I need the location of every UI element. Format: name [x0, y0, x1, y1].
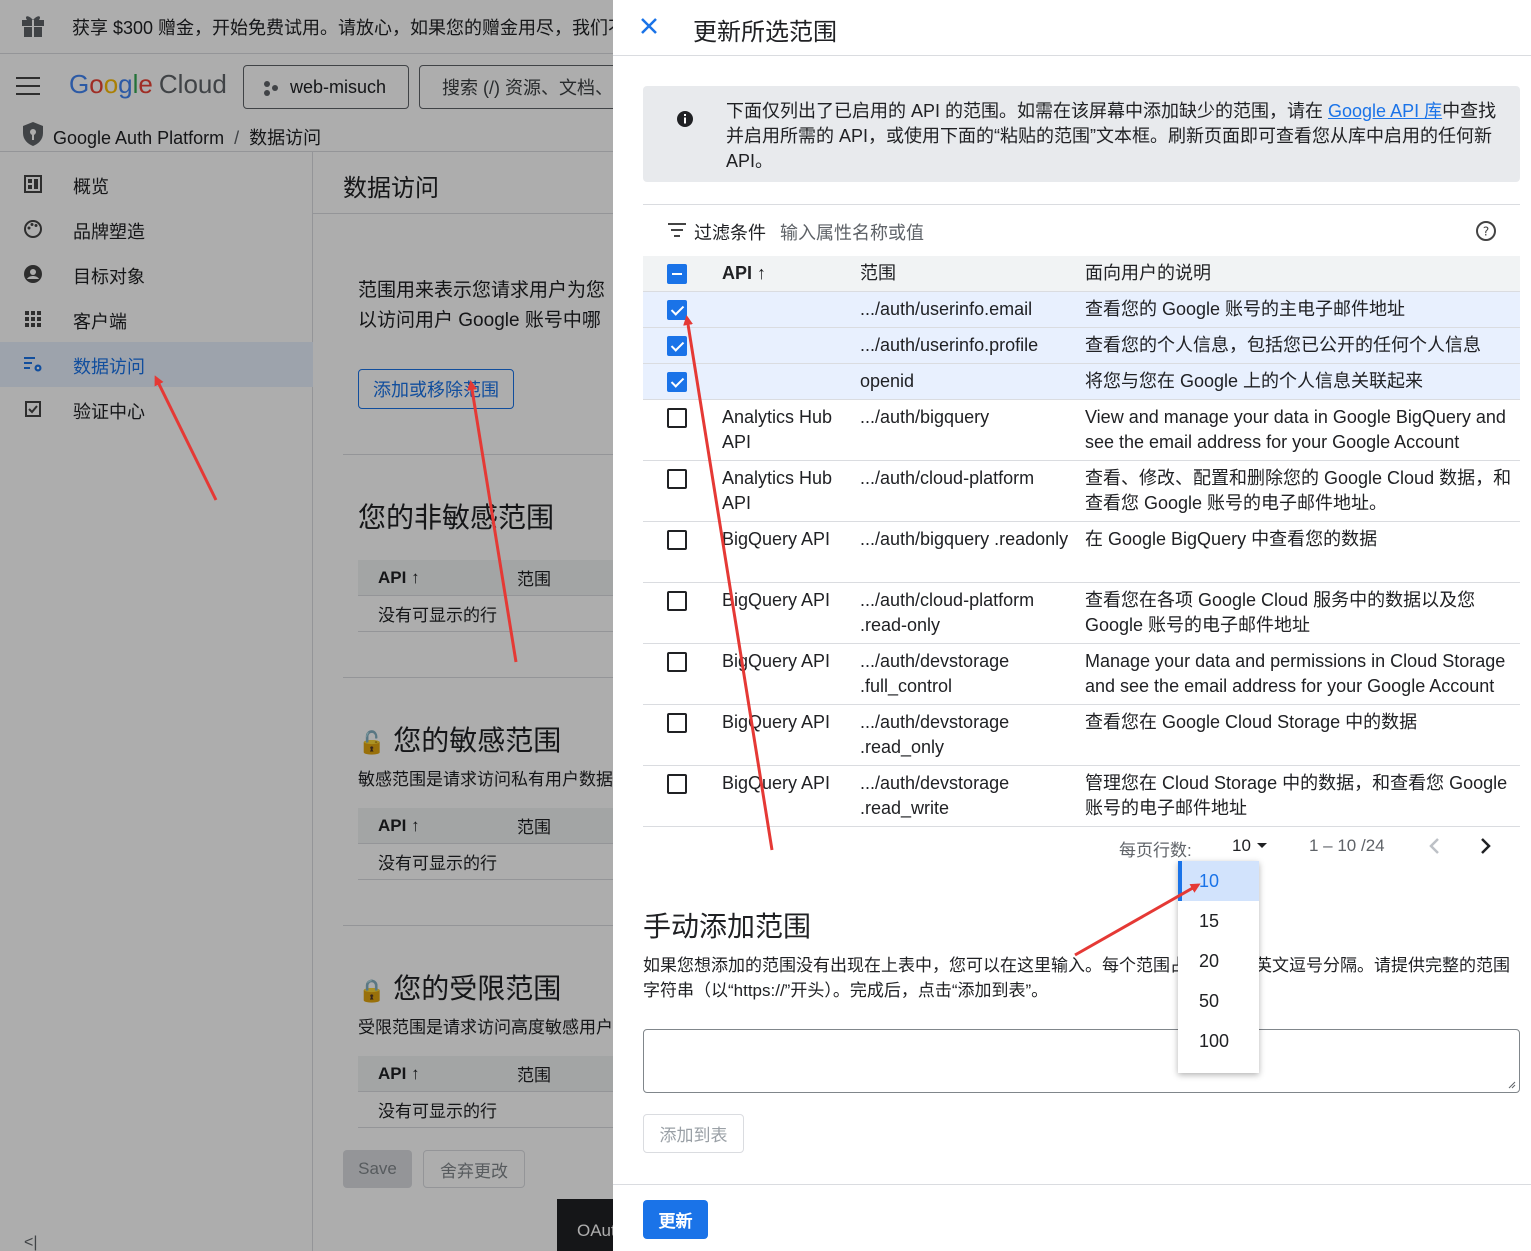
panel-title: 更新所选范围	[693, 19, 837, 46]
row-scope: .../auth/devstorage .read_write	[860, 773, 1010, 818]
row-scope: .../auth/cloud-platform	[860, 468, 1035, 488]
page-size-option-15[interactable]: 15	[1178, 901, 1259, 941]
close-icon[interactable]	[637, 14, 661, 38]
row-checkbox[interactable]	[667, 591, 687, 611]
manual-scopes-textarea[interactable]	[643, 1029, 1520, 1093]
row-api: Analytics Hub API	[722, 407, 833, 452]
rows-per-page-select[interactable]: 10	[1232, 836, 1251, 856]
row-description: 查看您在 Google Cloud Storage 中的数据	[1085, 712, 1418, 732]
scopes-table: API ↑ 范围 面向用户的说明 .../auth/userinfo.email…	[643, 256, 1520, 827]
chevron-left-icon[interactable]	[1427, 836, 1443, 856]
table-row[interactable]: Analytics Hub API .../auth/cloud-platfor…	[643, 461, 1520, 522]
page-size-option-100[interactable]: 100	[1178, 1021, 1259, 1061]
row-scope: .../auth/devstorage .full_control	[860, 651, 1010, 696]
divider	[613, 1184, 1531, 1185]
page-size-option-20[interactable]: 20	[1178, 941, 1259, 981]
page-size-menu: 10 15 20 50 100	[1178, 861, 1259, 1073]
sort-arrow-icon: ↑	[757, 263, 767, 283]
row-description: 查看您在各项 Google Cloud 服务中的数据以及您 Google 账号的…	[1085, 590, 1476, 635]
column-scope-header: 范围	[860, 263, 896, 283]
row-scope: .../auth/bigquery	[860, 407, 990, 427]
row-checkbox[interactable]	[667, 469, 687, 489]
row-scope: .../auth/bigquery .readonly	[860, 529, 1069, 549]
row-api: BigQuery API	[722, 529, 831, 549]
api-library-link[interactable]: Google API 库	[1328, 101, 1442, 121]
select-all-checkbox[interactable]	[667, 264, 687, 284]
table-row[interactable]: BigQuery API .../auth/devstorage .full_c…	[643, 644, 1520, 705]
row-checkbox[interactable]	[667, 652, 687, 672]
row-description: 查看、修改、配置和删除您的 Google Cloud 数据，和查看您 Googl…	[1085, 468, 1512, 513]
row-api: BigQuery API	[722, 590, 831, 610]
row-description: Manage your data and permissions in Clou…	[1085, 651, 1506, 696]
update-button[interactable]: 更新	[643, 1200, 708, 1239]
row-description: 管理您在 Cloud Storage 中的数据，和查看您 Google 账号的电…	[1085, 773, 1508, 818]
row-scope: .../auth/cloud-platform .read-only	[860, 590, 1035, 635]
resize-handle-icon[interactable]	[1506, 1079, 1516, 1089]
svg-text:?: ?	[1483, 225, 1489, 239]
row-scope: .../auth/userinfo.email	[860, 299, 1033, 319]
row-checkbox[interactable]	[667, 372, 687, 392]
row-scope: .../auth/userinfo.profile	[860, 335, 1039, 355]
help-icon[interactable]: ?	[1475, 220, 1497, 242]
filter-label: 过滤条件	[694, 223, 766, 243]
row-scope: .../auth/devstorage .read_only	[860, 712, 1010, 757]
row-description: View and manage your data in Google BigQ…	[1085, 407, 1506, 452]
table-row[interactable]: Analytics Hub API .../auth/bigquery View…	[643, 400, 1520, 461]
table-row[interactable]: .../auth/userinfo.email 查看您的 Google 账号的主…	[643, 292, 1520, 328]
info-text: 下面仅列出了已启用的 API 的范围。如需在该屏幕中添加缺少的范围，请在 Goo…	[726, 101, 1497, 171]
row-checkbox[interactable]	[667, 530, 687, 550]
column-desc-header: 面向用户的说明	[1085, 263, 1211, 283]
update-scopes-panel: 更新所选范围 下面仅列出了已启用的 API 的范围。如需在该屏幕中添加缺少的范围…	[613, 0, 1531, 1251]
row-checkbox[interactable]	[667, 336, 687, 356]
row-description: 在 Google BigQuery 中查看您的数据	[1085, 529, 1378, 549]
row-checkbox[interactable]	[667, 713, 687, 733]
row-api: BigQuery API	[722, 712, 831, 732]
modal-scrim[interactable]	[0, 0, 613, 1251]
filter-bar[interactable]: 过滤条件 输入属性名称或值 ?	[643, 204, 1520, 256]
manual-add-description: 如果您想添加的范围没有出现在上表中，您可以在这里输入。每个范围占一行或以英文逗号…	[643, 956, 1510, 1000]
row-checkbox[interactable]	[667, 300, 687, 320]
row-scope: openid	[860, 371, 915, 391]
page-size-option-50[interactable]: 50	[1178, 981, 1259, 1021]
row-api: Analytics Hub API	[722, 468, 833, 513]
column-api-header[interactable]: API ↑	[722, 261, 842, 286]
table-row[interactable]: BigQuery API .../auth/devstorage .read_o…	[643, 705, 1520, 766]
pagination: 每页行数: 10 1 – 10 /24	[643, 828, 1520, 866]
filter-input[interactable]: 输入属性名称或值	[780, 219, 924, 245]
panel-header: 更新所选范围	[613, 0, 1531, 56]
row-checkbox[interactable]	[667, 408, 687, 428]
table-row[interactable]: openid 将您与您在 Google 上的个人信息关联起来	[643, 364, 1520, 400]
row-description: 查看您的 Google 账号的主电子邮件地址	[1085, 299, 1406, 319]
page-size-option-10[interactable]: 10	[1178, 861, 1259, 901]
table-row[interactable]: BigQuery API .../auth/cloud-platform .re…	[643, 583, 1520, 644]
page-range: 1 – 10 /24	[1309, 836, 1385, 855]
row-checkbox[interactable]	[667, 774, 687, 794]
rows-per-page-label: 每页行数:	[1119, 841, 1192, 860]
chevron-down-icon[interactable]	[1257, 843, 1267, 848]
table-row[interactable]: .../auth/userinfo.profile 查看您的个人信息，包括您已公…	[643, 328, 1520, 364]
info-icon	[677, 111, 693, 127]
filter-icon	[668, 223, 686, 237]
table-row[interactable]: BigQuery API .../auth/bigquery .readonly…	[643, 522, 1520, 583]
row-api: BigQuery API	[722, 651, 831, 671]
add-to-table-button[interactable]: 添加到表	[643, 1114, 744, 1153]
chevron-right-icon[interactable]	[1477, 836, 1493, 856]
row-description: 查看您的个人信息，包括您已公开的任何个人信息	[1085, 335, 1481, 355]
table-header: API ↑ 范围 面向用户的说明	[643, 256, 1520, 292]
info-callout: 下面仅列出了已启用的 API 的范围。如需在该屏幕中添加缺少的范围，请在 Goo…	[643, 86, 1520, 182]
table-row[interactable]: BigQuery API .../auth/devstorage .read_w…	[643, 766, 1520, 827]
row-description: 将您与您在 Google 上的个人信息关联起来	[1085, 371, 1424, 391]
row-api: BigQuery API	[722, 773, 831, 793]
manual-add-title: 手动添加范围	[643, 911, 812, 942]
